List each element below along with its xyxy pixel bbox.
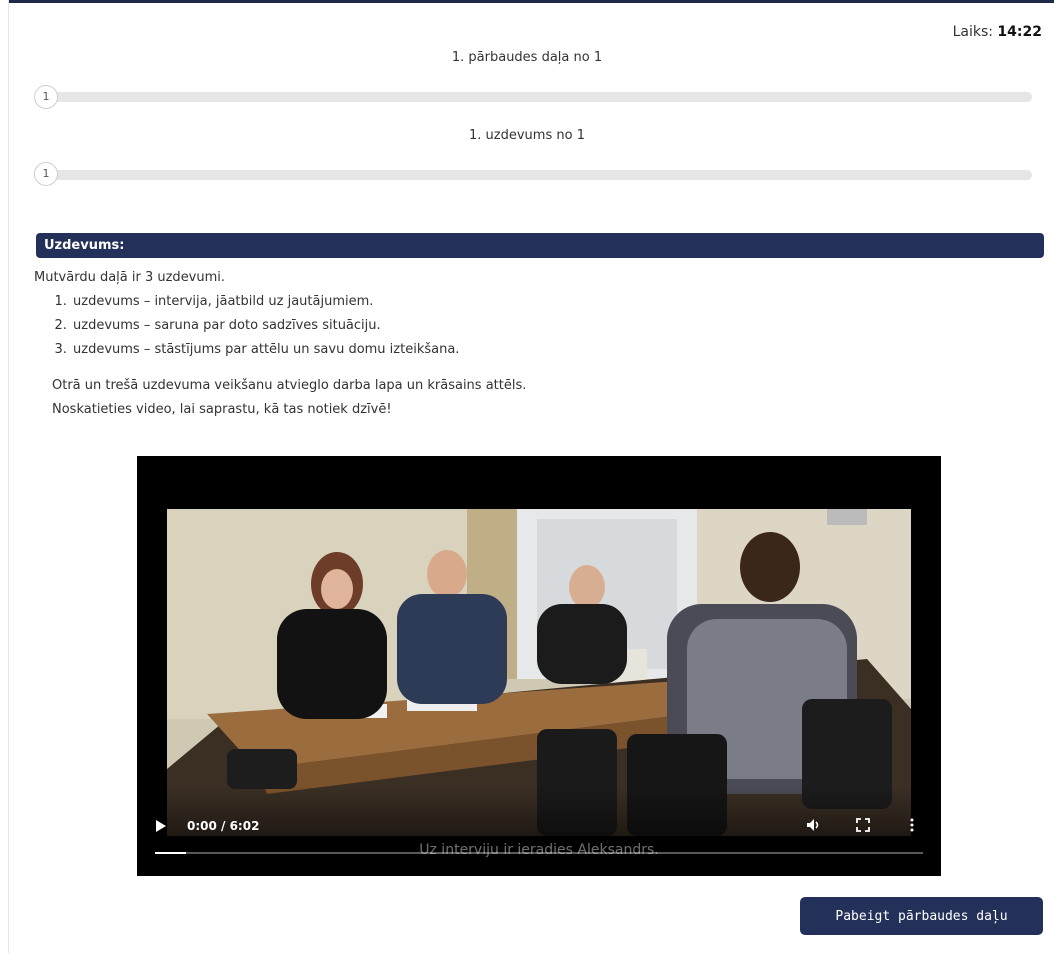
more-options-icon[interactable]	[909, 818, 915, 832]
video-seek-bar[interactable]	[155, 852, 923, 854]
fullscreen-icon[interactable]	[856, 818, 870, 832]
task-list-item: uzdevums – stāstījums par attēlu un savu…	[71, 338, 1014, 362]
video-subtitle: Uz interviju ir ieradies Aleksandrs.	[419, 842, 659, 858]
video-seek-progress	[155, 852, 186, 854]
timer-value: 14:22	[997, 24, 1042, 40]
task-intro: Mutvārdu daļā ir 3 uzdevumi.	[34, 270, 226, 285]
task-note-2: Noskatieties video, lai saprastu, kā tas…	[52, 402, 392, 417]
task-list-item: uzdevums – saruna par doto sadzīves situ…	[71, 314, 1014, 338]
video-time: 0:00 / 6:02	[187, 819, 260, 833]
timer-label: Laiks:	[952, 24, 993, 40]
task-progress-title: 1. uzdevums no 1	[469, 128, 585, 143]
task-note-1: Otrā un trešā uzdevuma veikšanu atvieglo…	[52, 378, 527, 393]
volume-icon[interactable]	[806, 818, 822, 832]
video-player[interactable]: 0:00 / 6:02 Uz interviju ir ieradies Ale…	[137, 456, 941, 876]
task-list-item: uzdevums – intervija, jāatbild uz jautāj…	[71, 290, 1014, 314]
section-progress-bar	[48, 92, 1032, 102]
finish-section-button[interactable]: Pabeigt pārbaudes daļu	[800, 897, 1043, 935]
top-border	[8, 0, 1054, 3]
task-step-marker: 1	[34, 162, 58, 186]
task-progress-bar	[48, 170, 1032, 180]
play-icon[interactable]	[155, 819, 167, 833]
section-step-marker: 1	[34, 85, 58, 109]
task-list: uzdevums – intervija, jāatbild uz jautāj…	[34, 290, 1014, 362]
section-progress-title: 1. pārbaudes daļa no 1	[451, 50, 603, 65]
task-header: Uzdevums:	[36, 233, 1044, 258]
task-instructions: Mutvārdu daļā ir 3 uzdevumi. uzdevums – …	[34, 266, 1014, 422]
timer: Laiks: 14:22	[953, 24, 1042, 40]
